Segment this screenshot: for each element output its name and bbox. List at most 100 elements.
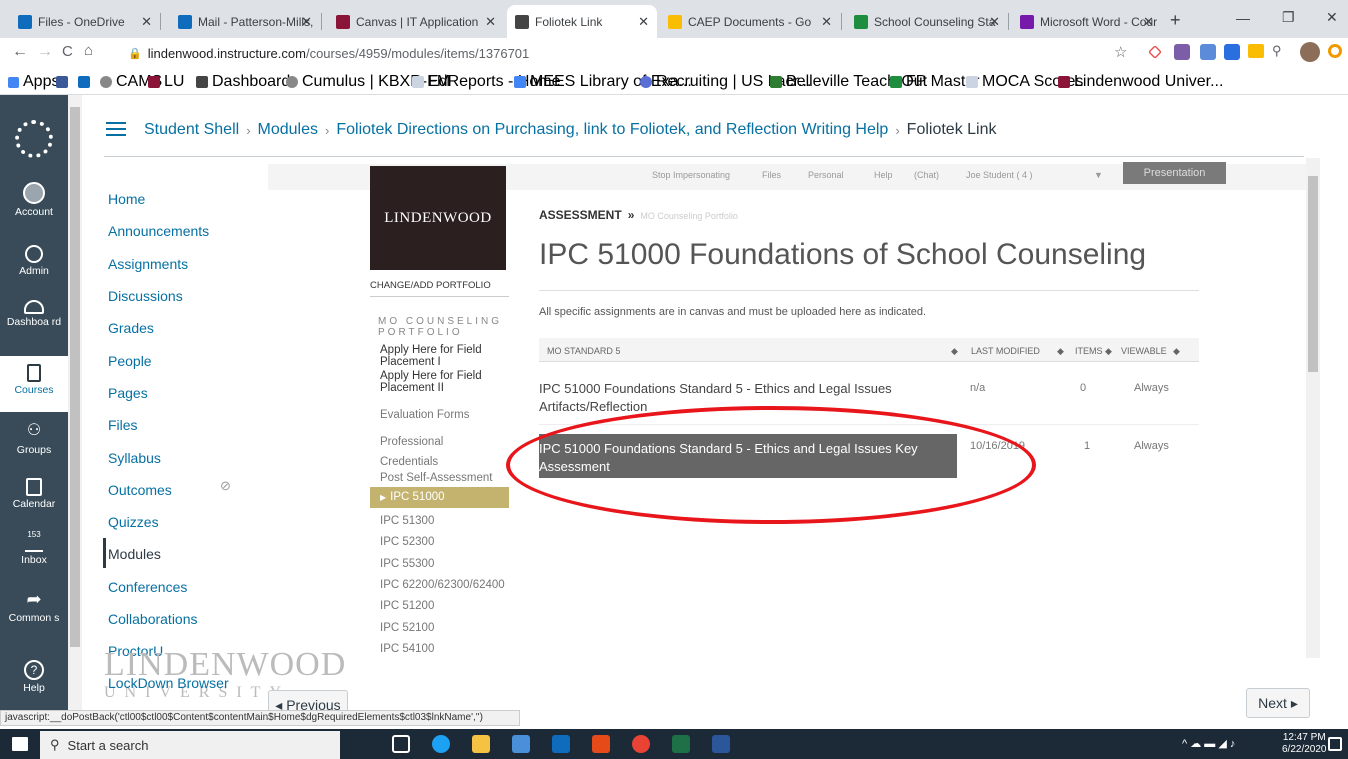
home-icon[interactable]: ⌂ [84,42,93,59]
back-arrow-icon[interactable]: ← [12,43,28,61]
nav-account[interactable]: Account [0,182,68,218]
hamburger-menu-icon[interactable] [106,122,126,136]
user-dropdown-icon[interactable]: ▼ [1094,170,1103,180]
bookmark-outlook[interactable] [78,74,94,90]
extension-icon[interactable] [1224,44,1240,60]
outlook-icon[interactable] [552,735,570,753]
course-nav-discussions[interactable]: Discussions [108,288,183,304]
drive-extension-icon[interactable] [1248,44,1264,58]
portfolio-item[interactable]: IPC 62200/62300/62400 [380,579,505,591]
taskbar-clock[interactable]: 12:47 PM 6/22/2020 [1282,732,1327,756]
course-nav-collaborations[interactable]: Collaborations [108,611,198,627]
right-scrollbar[interactable] [1306,158,1320,658]
sort-icon[interactable]: ◆ [951,346,958,357]
tab-canvas[interactable]: Canvas | IT Application ✕ [328,5,504,38]
portfolio-item[interactable]: Professional Credentials [380,432,480,472]
nav-calendar[interactable]: Calendar [0,478,68,510]
stop-impersonating-link[interactable]: Stop Impersonating [652,170,730,180]
course-nav-announcements[interactable]: Announcements [108,223,209,239]
course-nav-home[interactable]: Home [108,191,145,207]
close-tab-icon[interactable]: ✕ [1143,14,1154,30]
tab-caep-documents[interactable]: CAEP Documents - Go ✕ [660,5,840,38]
minimize-icon[interactable]: — [1236,10,1250,26]
course-nav-grades[interactable]: Grades [108,320,154,336]
nav-courses[interactable]: Courses [0,364,68,396]
change-portfolio-link[interactable]: CHANGE/ADD PORTFOLIO [370,280,491,291]
excel-icon[interactable] [672,735,690,753]
left-scrollbar[interactable] [68,95,82,710]
portfolio-item[interactable]: IPC 51300 [380,515,434,527]
maximize-icon[interactable]: ❐ [1282,9,1295,26]
breadcrumb-course[interactable]: Student Shell [144,121,239,139]
bookmark-facebook[interactable] [56,74,72,90]
col-header-viewable[interactable]: VIEWABLE [1121,346,1167,356]
word-icon[interactable] [712,735,730,753]
user-menu[interactable]: Joe Student ( 4 ) [966,170,1033,180]
bookmark-lindenwood-university[interactable]: Lindenwood Univer... [1058,73,1223,90]
sort-icon[interactable]: ◆ [1105,346,1112,357]
course-nav-files[interactable]: Files [108,417,138,433]
portfolio-item-selected[interactable]: ▶ IPC 51000 [370,487,509,508]
url-field[interactable]: 🔒 lindenwood.instructure.com/courses/4959… [128,41,1128,65]
nav-groups[interactable]: ⚇ Groups [0,420,68,456]
course-nav-assignments[interactable]: Assignments [108,256,188,272]
close-tab-icon[interactable]: ✕ [141,14,152,30]
extension-icon[interactable] [1174,44,1190,60]
mail-icon[interactable] [512,735,530,753]
scrollbar-thumb[interactable] [1308,176,1318,372]
bookmark-apps[interactable]: Apps [8,73,59,90]
portfolio-item[interactable]: Evaluation Forms [380,409,469,421]
assessment-crumb-link[interactable]: MO Counseling Portfolio [640,211,738,221]
taskbar-search[interactable]: ⚲ Start a search [40,731,340,759]
nav-commons[interactable]: ➦ Common s [0,588,68,624]
course-nav-pages[interactable]: Pages [108,385,148,401]
reload-icon[interactable]: C [62,43,73,60]
canvas-logo-icon[interactable] [15,120,53,158]
help-link[interactable]: Help [874,170,893,180]
nav-admin[interactable]: Admin [0,245,68,277]
presentation-button[interactable]: Presentation [1123,162,1226,184]
bookmark-dashboard[interactable]: Dashboard [196,73,290,90]
windows-start-icon[interactable] [12,737,28,751]
nav-dashboard[interactable]: Dashboa rd [0,300,68,328]
portfolio-item[interactable]: IPC 52300 [380,536,434,548]
course-nav-lockdown-browser[interactable]: LockDown Browser [108,675,229,691]
close-tab-icon[interactable]: ✕ [301,14,312,30]
course-nav-people[interactable]: People [108,353,152,369]
portfolio-item[interactable]: Apply Here for Field Placement II [380,370,506,394]
nav-inbox[interactable]: 153 Inbox [0,530,68,566]
personal-link[interactable]: Personal [808,170,844,180]
tab-onedrive[interactable]: Files - OneDrive ✕ [10,5,160,38]
portfolio-item[interactable]: Post Self-Assessment [380,472,492,484]
course-nav-outcomes[interactable]: Outcomes [108,482,172,498]
extensions-puzzle-icon[interactable]: ⚲ [1272,43,1282,59]
tray-icons[interactable]: ^ ☁ ▬ ◢ ♪ [1182,737,1235,750]
portfolio-item[interactable]: IPC 52100 [380,622,434,634]
new-tab-button[interactable]: + [1170,10,1181,31]
course-nav-syllabus[interactable]: Syllabus [108,450,161,466]
office-icon[interactable] [592,735,610,753]
close-tab-icon[interactable]: ✕ [638,14,649,30]
chat-link[interactable]: (Chat) [914,170,939,180]
file-explorer-icon[interactable] [472,735,490,753]
tab-mail[interactable]: Mail - Patterson-Mills, ✕ [170,5,320,38]
course-nav-quizzes[interactable]: Quizzes [108,514,159,530]
close-window-icon[interactable]: ✕ [1326,9,1338,26]
breadcrumb-modules[interactable]: Modules [258,121,318,139]
bookmark-lu[interactable]: LU [148,73,184,90]
edge-icon[interactable] [432,735,450,753]
tab-word[interactable]: Microsoft Word - Cour ✕ [1012,5,1162,38]
portfolio-item[interactable]: IPC 55300 [380,558,434,570]
files-link[interactable]: Files [762,170,781,180]
portfolio-item[interactable]: Apply Here for Field Placement I [380,344,506,368]
portfolio-item[interactable]: IPC 51200 [380,600,434,612]
extension-icon[interactable] [1200,44,1216,60]
sort-icon[interactable]: ◆ [1173,346,1180,357]
menu-update-icon[interactable] [1328,44,1342,58]
col-header-items[interactable]: ITEMS [1075,346,1103,356]
close-tab-icon[interactable]: ✕ [989,14,1000,30]
sort-icon[interactable]: ◆ [1057,346,1064,357]
star-bookmark-icon[interactable]: ☆ [1114,43,1127,61]
tab-foliotek-active[interactable]: Foliotek Link ✕ [507,5,657,38]
nav-help[interactable]: ? Help [0,660,68,694]
